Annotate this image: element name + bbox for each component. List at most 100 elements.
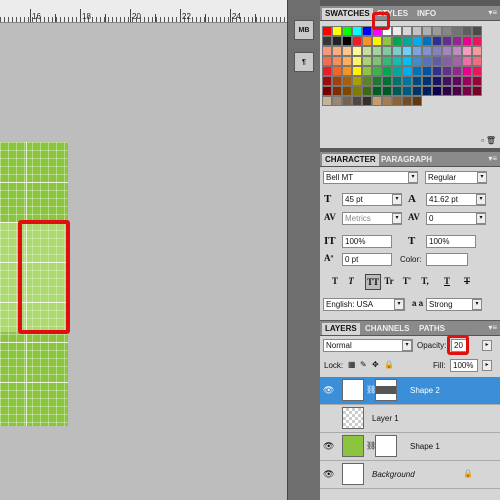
layer-name[interactable]: Shape 2	[410, 386, 440, 395]
chevron-down-icon[interactable]: ▾	[476, 213, 486, 224]
color-swatch[interactable]	[342, 56, 352, 66]
color-swatch[interactable]	[352, 56, 362, 66]
lock-image-icon[interactable]: ✎	[360, 360, 367, 369]
color-swatch[interactable]	[342, 46, 352, 56]
horizontal-scale-field[interactable]: 100%	[426, 235, 476, 248]
layer-name[interactable]: Shape 1	[410, 442, 440, 451]
chevron-down-icon[interactable]: ▾	[477, 172, 487, 183]
lock-transparent-icon[interactable]: ▦	[348, 360, 356, 369]
vector-mask-thumbnail[interactable]	[375, 435, 397, 457]
color-swatch[interactable]	[412, 76, 422, 86]
all-caps-button[interactable]: TT	[365, 274, 381, 290]
color-swatch[interactable]	[332, 56, 342, 66]
layer-row-shape-1[interactable]: 👁 ⛓ Shape 1	[320, 433, 500, 461]
color-swatch[interactable]	[402, 46, 412, 56]
color-swatch[interactable]	[342, 76, 352, 86]
color-swatch[interactable]	[442, 76, 452, 86]
color-swatch[interactable]	[362, 56, 372, 66]
color-swatch[interactable]	[472, 26, 482, 36]
color-swatch[interactable]	[442, 26, 452, 36]
chevron-down-icon[interactable]: ▾	[392, 213, 402, 224]
layer-name[interactable]: Background	[372, 470, 415, 479]
color-swatch[interactable]	[322, 46, 332, 56]
color-swatch[interactable]	[412, 36, 422, 46]
color-swatch[interactable]	[332, 86, 342, 96]
tab-swatches[interactable]: SWATCHES	[322, 8, 373, 20]
baseline-shift-field[interactable]: 0 pt	[342, 253, 392, 266]
color-swatch[interactable]	[412, 56, 422, 66]
color-swatch[interactable]	[462, 76, 472, 86]
color-swatch[interactable]	[402, 66, 412, 76]
color-swatch[interactable]	[322, 56, 332, 66]
color-swatch[interactable]	[352, 46, 362, 56]
visibility-eye-icon[interactable]: 👁	[323, 441, 334, 452]
color-swatch[interactable]	[432, 26, 442, 36]
color-swatch[interactable]	[442, 56, 452, 66]
color-swatch[interactable]	[432, 66, 442, 76]
color-swatch[interactable]	[472, 56, 482, 66]
paragraph-tool-icon[interactable]: ¶	[294, 52, 314, 72]
document-canvas-area[interactable]: 16 18 20 22 24	[0, 0, 287, 500]
color-swatch[interactable]	[442, 46, 452, 56]
color-swatch[interactable]	[402, 96, 412, 106]
color-swatch[interactable]	[432, 56, 442, 66]
chevron-down-icon[interactable]: ▾	[408, 172, 418, 183]
chevron-down-icon[interactable]: ▾	[394, 299, 404, 310]
color-swatch[interactable]	[462, 56, 472, 66]
color-swatch[interactable]	[452, 86, 462, 96]
color-swatch[interactable]	[392, 46, 402, 56]
color-swatch[interactable]	[462, 26, 472, 36]
color-swatch[interactable]	[452, 26, 462, 36]
color-swatch[interactable]	[372, 86, 382, 96]
color-swatch[interactable]	[372, 96, 382, 106]
faux-bold-button[interactable]: T	[328, 274, 342, 288]
color-swatch[interactable]	[382, 66, 392, 76]
color-swatch[interactable]	[352, 66, 362, 76]
color-swatch[interactable]	[332, 76, 342, 86]
color-swatch[interactable]	[342, 36, 352, 46]
color-swatch[interactable]	[342, 26, 352, 36]
tab-character[interactable]: CHARACTER	[322, 154, 379, 166]
color-swatch[interactable]	[322, 66, 332, 76]
color-swatch[interactable]	[322, 76, 332, 86]
color-swatch[interactable]	[372, 76, 382, 86]
fill-field[interactable]: 100%	[450, 359, 478, 372]
color-swatch[interactable]	[372, 36, 382, 46]
color-swatch[interactable]	[362, 96, 372, 106]
color-swatch[interactable]	[352, 86, 362, 96]
tab-channels[interactable]: CHANNELS	[362, 323, 412, 335]
color-swatch[interactable]	[332, 46, 342, 56]
color-swatch[interactable]	[322, 26, 332, 36]
panel-menu-icon[interactable]: ▾≡	[488, 8, 497, 17]
color-swatch[interactable]	[382, 46, 392, 56]
color-swatch[interactable]	[352, 26, 362, 36]
color-swatch[interactable]	[382, 86, 392, 96]
color-swatch[interactable]	[472, 66, 482, 76]
small-caps-button[interactable]: Tr	[382, 274, 396, 288]
visibility-eye-icon[interactable]: 👁	[323, 469, 334, 480]
color-swatch[interactable]	[382, 96, 392, 106]
chevron-down-icon[interactable]: ▾	[476, 194, 486, 205]
color-swatch[interactable]	[472, 76, 482, 86]
color-swatch[interactable]	[342, 66, 352, 76]
color-swatch[interactable]	[382, 56, 392, 66]
visibility-eye-icon[interactable]: 👁	[323, 385, 334, 396]
color-swatch[interactable]	[422, 46, 432, 56]
tab-layers[interactable]: LAYERS	[322, 323, 360, 335]
tab-info[interactable]: INFO	[414, 8, 439, 20]
chevron-down-icon[interactable]: ▾	[472, 299, 482, 310]
color-swatch[interactable]	[412, 86, 422, 96]
color-swatch[interactable]	[382, 36, 392, 46]
color-swatch[interactable]	[392, 36, 402, 46]
color-swatch[interactable]	[372, 66, 382, 76]
color-swatch[interactable]	[432, 76, 442, 86]
swatch-tool-icon[interactable]: MB	[294, 20, 314, 40]
color-swatch[interactable]	[352, 36, 362, 46]
tab-paragraph[interactable]: PARAGRAPH	[378, 154, 435, 166]
blend-mode-select[interactable]: Normal	[323, 339, 413, 352]
color-swatch[interactable]	[322, 96, 332, 106]
color-swatch[interactable]	[392, 66, 402, 76]
color-swatch[interactable]	[412, 96, 422, 106]
color-swatch[interactable]	[342, 86, 352, 96]
chevron-down-icon[interactable]: ▾	[392, 194, 402, 205]
